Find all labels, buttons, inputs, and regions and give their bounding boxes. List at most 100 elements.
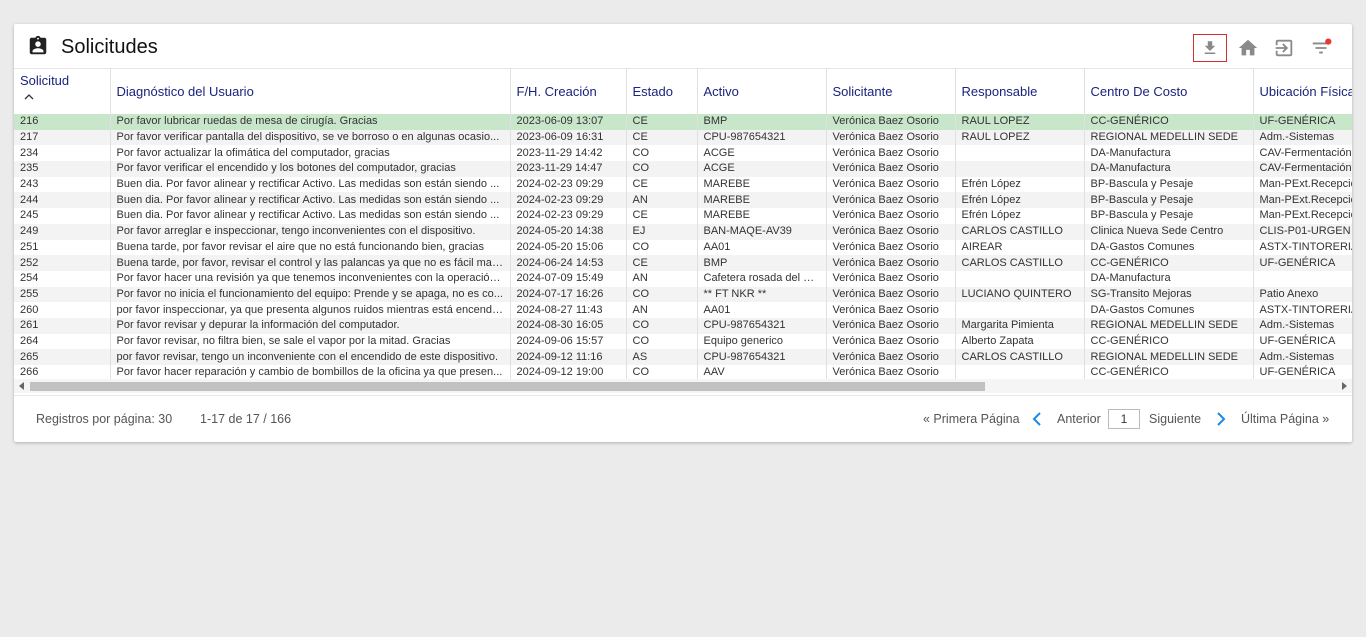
cell-centro-costo: Clinica Nueva Sede Centro — [1084, 223, 1254, 240]
table-row[interactable]: 254 Por favor hacer una revisión ya que t… — [14, 270, 1352, 287]
column-header-solicitante[interactable]: Solicitante — [826, 69, 956, 114]
records-per-page[interactable]: Registros por página: 30 — [36, 412, 172, 426]
filter-icon[interactable] — [1310, 37, 1332, 59]
table-row[interactable]: 260 por favor inspeccionar, ya que presen… — [14, 302, 1352, 318]
cell-solicitud: 234 — [14, 145, 111, 162]
cell-estado: CE — [626, 129, 698, 146]
cell-fecha: 2024-08-27 11:43 — [510, 302, 627, 318]
cell-centro-costo: CC-GENÉRICO — [1084, 114, 1254, 130]
cell-activo: BAN-MAQE-AV39 — [697, 223, 827, 240]
chevron-left-icon[interactable] — [1032, 412, 1042, 426]
cell-solicitud: 249 — [14, 223, 111, 240]
table-row[interactable]: 235 Por favor verificar el encendido y lo… — [14, 161, 1352, 177]
table-row[interactable]: 234 Por favor actualizar la ofimática del… — [14, 145, 1352, 162]
table-row[interactable]: 255 Por favor no inicia el funcionamiento… — [14, 286, 1352, 303]
column-header-centro-costo[interactable]: Centro De Costo — [1084, 69, 1254, 114]
cell-activo: CPU-987654321 — [697, 317, 827, 334]
table-row[interactable]: 217 Por favor verificar pantalla del disp… — [14, 129, 1352, 146]
cell-responsable: RAUL LOPEZ — [955, 114, 1085, 130]
cell-ubicacion: UF-GENÉRICA — [1253, 333, 1352, 350]
table-row[interactable]: 264 Por favor revisar, no filtra bien, se… — [14, 333, 1352, 350]
cell-centro-costo: DA-Manufactura — [1084, 145, 1254, 162]
cell-estado: CE — [626, 255, 698, 271]
cell-estado: CO — [626, 145, 698, 162]
column-header-fecha-creacion[interactable]: F/H. Creación — [510, 69, 627, 114]
table-row[interactable]: 216 Por favor lubricar ruedas de mesa de … — [14, 114, 1352, 130]
cell-activo: MAREBE — [697, 208, 827, 224]
chevron-right-icon[interactable] — [1216, 412, 1226, 426]
cell-solicitante: Verónica Baez Osorio — [826, 239, 956, 256]
horizontal-scrollbar[interactable] — [14, 379, 1352, 393]
cell-diagnostico: Por favor actualizar la ofimática del co… — [110, 145, 511, 162]
cell-fecha: 2024-02-23 09:29 — [510, 192, 627, 209]
column-header-ubicacion[interactable]: Ubicación Física — [1253, 69, 1352, 114]
column-header-responsable[interactable]: Responsable — [955, 69, 1085, 114]
scroll-right-icon[interactable] — [1342, 382, 1347, 390]
cell-fecha: 2024-07-09 15:49 — [510, 270, 627, 287]
cell-solicitante: Verónica Baez Osorio — [826, 302, 956, 318]
download-button[interactable] — [1193, 34, 1227, 62]
cell-responsable: RAUL LOPEZ — [955, 129, 1085, 146]
cell-activo: Equipo generico — [697, 333, 827, 350]
cell-estado: AN — [626, 302, 698, 318]
first-page-link[interactable]: « Primera Página — [923, 412, 1020, 426]
table-row[interactable]: 245 Buen dia. Por favor alinear y rectifi… — [14, 208, 1352, 224]
cell-fecha: 2024-02-23 09:29 — [510, 176, 627, 193]
cell-diagnostico: Buen dia. Por favor alinear y rectificar… — [110, 192, 511, 209]
cell-solicitud: 251 — [14, 239, 111, 256]
cell-fecha: 2024-05-20 14:38 — [510, 223, 627, 240]
cell-fecha: 2023-06-09 16:31 — [510, 129, 627, 146]
cell-solicitante: Verónica Baez Osorio — [826, 333, 956, 350]
cell-ubicacion: CLIS-P01-URGENCIAS — [1253, 223, 1352, 240]
last-page-link[interactable]: Última Página » — [1241, 412, 1329, 426]
cell-solicitante: Verónica Baez Osorio — [826, 223, 956, 240]
cell-activo: BMP — [697, 114, 827, 130]
cell-estado: CO — [626, 161, 698, 177]
table-row[interactable]: 243 Buen dia. Por favor alinear y rectifi… — [14, 176, 1352, 193]
cell-ubicacion: Adm.-Sistemas — [1253, 129, 1352, 146]
table-row[interactable]: 252 Buena tarde, por favor, revisar el co… — [14, 255, 1352, 271]
cell-solicitud: 245 — [14, 208, 111, 224]
cell-responsable: CARLOS CASTILLO — [955, 349, 1085, 365]
cell-responsable — [955, 161, 1085, 177]
cell-diagnostico: Por favor lubricar ruedas de mesa de cir… — [110, 114, 511, 130]
requests-table: Solicitud Diagnóstico del Usuario F/H. C… — [14, 69, 1352, 401]
next-page-link[interactable]: Siguiente — [1149, 412, 1201, 426]
cell-ubicacion: CAV-Fermentación — [1253, 145, 1352, 162]
column-header-diagnostico[interactable]: Diagnóstico del Usuario — [110, 69, 511, 114]
scroll-left-icon[interactable] — [19, 382, 24, 390]
column-header-estado[interactable]: Estado — [626, 69, 698, 114]
cell-solicitante: Verónica Baez Osorio — [826, 192, 956, 209]
table-row[interactable]: 265 por favor revisar, tengo un inconveni… — [14, 349, 1352, 365]
cell-centro-costo: DA-Manufactura — [1084, 161, 1254, 177]
cell-responsable: Margarita Pimienta — [955, 317, 1085, 334]
solicitudes-panel: Solicitudes Solicitud Diagnóstico del Us… — [14, 24, 1352, 442]
column-header-activo[interactable]: Activo — [697, 69, 827, 114]
previous-page-link[interactable]: Anterior — [1057, 412, 1101, 426]
cell-centro-costo: BP-Bascula y Pesaje — [1084, 208, 1254, 224]
cell-fecha: 2024-08-30 16:05 — [510, 317, 627, 334]
cell-diagnostico: Por favor revisar, no filtra bien, se sa… — [110, 333, 511, 350]
cell-diagnostico: Buen dia. Por favor alinear y rectificar… — [110, 176, 511, 193]
table-row[interactable]: 244 Buen dia. Por favor alinear y rectifi… — [14, 192, 1352, 209]
sort-ascending-icon[interactable] — [24, 92, 34, 102]
cell-solicitante: Verónica Baez Osorio — [826, 114, 956, 130]
cell-responsable: Efrén López — [955, 192, 1085, 209]
column-header-solicitud[interactable]: Solicitud — [14, 69, 111, 114]
table-body: 216 Por favor lubricar ruedas de mesa de … — [14, 114, 1352, 381]
cell-ubicacion: Adm.-Sistemas — [1253, 317, 1352, 334]
cell-centro-costo: REGIONAL MEDELLIN SEDE — [1084, 129, 1254, 146]
table-row[interactable]: 249 Por favor arreglar e inspeccionar, te… — [14, 223, 1352, 240]
table-row[interactable]: 261 Por favor revisar y depurar la inform… — [14, 317, 1352, 334]
scrollbar-thumb[interactable] — [30, 382, 985, 391]
exit-icon[interactable] — [1273, 37, 1295, 59]
cell-centro-costo: BP-Bascula y Pesaje — [1084, 192, 1254, 209]
cell-estado: CO — [626, 317, 698, 334]
filter-badge — [1325, 38, 1332, 45]
cell-ubicacion: UF-GENÉRICA — [1253, 114, 1352, 130]
home-icon[interactable] — [1237, 37, 1259, 59]
cell-solicitante: Verónica Baez Osorio — [826, 270, 956, 287]
cell-centro-costo: REGIONAL MEDELLIN SEDE — [1084, 349, 1254, 365]
table-row[interactable]: 251 Buena tarde, por favor revisar el air… — [14, 239, 1352, 256]
page-number-input[interactable] — [1108, 409, 1140, 429]
